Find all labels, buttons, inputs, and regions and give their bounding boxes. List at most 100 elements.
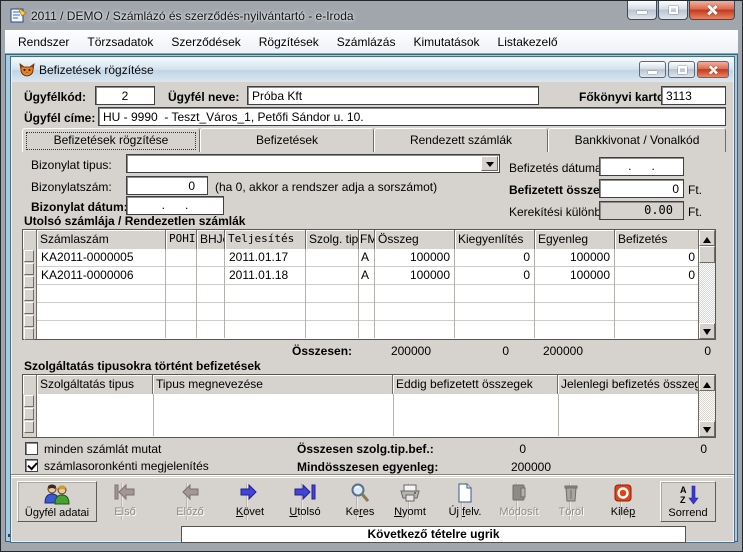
tab-bankkivonat-vonalkod[interactable]: Bankkivonat / Vonalkód bbox=[548, 128, 726, 152]
sorrend-button[interactable]: A Z Sorrend bbox=[660, 481, 716, 522]
row-selector[interactable] bbox=[24, 302, 34, 314]
row-selector[interactable] bbox=[24, 421, 34, 433]
titlebar[interactable]: 2011 / DEMO / Számlázó és szerződés-nyil… bbox=[1, 1, 742, 30]
cell-empty bbox=[375, 285, 455, 303]
minimize-button[interactable] bbox=[627, 1, 657, 20]
mindosszesen-value: 200000 bbox=[451, 460, 551, 474]
cell-empty bbox=[166, 285, 197, 303]
ugyfel-cime-label: Ügyfél címe: bbox=[24, 111, 95, 125]
svg-text:A: A bbox=[680, 485, 687, 495]
row-selector[interactable] bbox=[24, 250, 34, 262]
dropdown-button[interactable] bbox=[481, 156, 498, 171]
col-eddig-befizetett: Eddig befizetett összegek bbox=[393, 375, 558, 394]
scroll-down-button[interactable] bbox=[699, 323, 715, 339]
row-selector[interactable] bbox=[24, 289, 34, 301]
button-label: Első bbox=[114, 506, 135, 518]
ugyfel-adatai-button[interactable]: Ügyfél adatai bbox=[17, 481, 97, 522]
scroll-down-button[interactable] bbox=[699, 421, 715, 437]
menu-rendszer[interactable]: Rendszer bbox=[9, 32, 78, 52]
separator bbox=[11, 474, 734, 476]
cell-empty bbox=[455, 285, 535, 303]
befizetes-datuma-input[interactable]: . . bbox=[599, 157, 684, 176]
close-button[interactable] bbox=[689, 1, 735, 20]
row-selector[interactable] bbox=[24, 276, 34, 288]
new-page-icon bbox=[436, 482, 494, 506]
bizonylatszam-label: Bizonylatszám: bbox=[31, 180, 112, 194]
invoices-scrollbar[interactable] bbox=[698, 230, 715, 339]
nyomt-button[interactable]: Nyomt bbox=[382, 481, 438, 522]
maximize-button[interactable] bbox=[658, 1, 688, 20]
cell-empty bbox=[455, 303, 535, 321]
scroll-thumb[interactable] bbox=[699, 246, 715, 263]
befizetett-osszeg-label: Befizetett összeg: bbox=[509, 183, 611, 197]
szamlasoronkent-checkbox[interactable] bbox=[25, 459, 38, 472]
row-selector[interactable] bbox=[24, 408, 34, 420]
utolso-button[interactable]: Utolsó bbox=[276, 481, 334, 522]
ugyfelkod-input[interactable] bbox=[95, 86, 155, 105]
tab-befizetesek-rogzitese[interactable]: Befizetések rögzítése bbox=[22, 128, 200, 152]
scroll-up-button[interactable] bbox=[699, 230, 715, 246]
cell-kiegyenlites: 0 bbox=[455, 249, 535, 267]
col-bhje: BHJe bbox=[197, 230, 225, 249]
cell-empty bbox=[306, 303, 359, 321]
elozo-button: Előző bbox=[161, 481, 219, 522]
dialog-maximize-button[interactable] bbox=[668, 61, 695, 78]
keres-button[interactable]: Keres bbox=[331, 481, 389, 522]
uj-felvetel-button[interactable]: Új felv. bbox=[436, 481, 494, 522]
button-label: Kilé bbox=[611, 506, 629, 518]
row-selector[interactable] bbox=[24, 328, 34, 340]
menu-torzsadatok[interactable]: Törzsadatok bbox=[78, 32, 162, 52]
ugyfel-cime-input[interactable] bbox=[98, 107, 726, 126]
menu-listakezelo[interactable]: Listakezelő bbox=[489, 32, 567, 52]
cell-osszeg: 100000 bbox=[375, 249, 455, 267]
cell-teljesites: 2011.01.18 bbox=[225, 267, 306, 285]
col-jelenlegi-befizetes: Jelenlegi befizetés összege bbox=[558, 375, 699, 394]
menu-szerzodesek[interactable]: Szerződések bbox=[162, 32, 249, 52]
row-selector[interactable] bbox=[24, 395, 34, 407]
dialog-minimize-button[interactable] bbox=[639, 61, 666, 78]
bizonylatszam-input[interactable] bbox=[126, 176, 208, 195]
table-row[interactable]: KA2011-0000006 2011.01.18 A 100000 0 100… bbox=[37, 267, 699, 285]
total-kiegyenlites: 0 bbox=[439, 344, 509, 358]
menu-rogzitesek[interactable]: Rögzítések bbox=[250, 32, 328, 52]
fokonyvi-karton-input[interactable] bbox=[661, 86, 726, 105]
menu-szamlazas[interactable]: Számlázás bbox=[328, 32, 405, 52]
kilep-button[interactable]: Kilép bbox=[594, 481, 652, 522]
users-icon bbox=[18, 483, 96, 507]
dialog-titlebar[interactable]: Befizetések rögzítése bbox=[12, 58, 733, 82]
app-icon bbox=[10, 7, 27, 24]
befizetett-osszeg-input[interactable] bbox=[599, 179, 684, 198]
button-label: Sorrend bbox=[668, 507, 707, 519]
col-egyenleg: Egyenleg bbox=[535, 230, 615, 249]
row-selector[interactable] bbox=[24, 315, 34, 327]
services-table: Szolgáltatás tipus Tipus megnevezése Edd… bbox=[22, 374, 716, 438]
mindosszesen-label: Mindösszesen egyenleg: bbox=[297, 460, 438, 474]
table-row-empty bbox=[37, 285, 699, 303]
col-kiegyenlites: Kiegyenlítés bbox=[455, 230, 535, 249]
scroll-up-button[interactable] bbox=[699, 375, 715, 391]
services-scrollbar[interactable] bbox=[698, 375, 715, 437]
col-fm: FM bbox=[359, 230, 375, 249]
ugyfel-neve-input[interactable] bbox=[247, 86, 539, 105]
header-gutter bbox=[23, 230, 37, 249]
menu-kimutatasok[interactable]: Kimutatások bbox=[404, 32, 488, 52]
cell-empty bbox=[166, 303, 197, 321]
button-label: Töröl bbox=[558, 506, 583, 518]
dialog-close-button[interactable] bbox=[697, 61, 729, 78]
bizonylat-tipus-select[interactable] bbox=[126, 154, 500, 173]
cell-empty bbox=[359, 303, 375, 321]
tab-befizetesek[interactable]: Befizetések bbox=[200, 128, 374, 152]
bizonylat-datum-input[interactable]: . . bbox=[126, 196, 224, 215]
button-label: yomt bbox=[402, 506, 426, 518]
cell-empty bbox=[225, 303, 306, 321]
tab-label: Befizetések rögzítése bbox=[54, 133, 169, 147]
row-selector[interactable] bbox=[24, 263, 34, 275]
cell-empty bbox=[225, 321, 306, 338]
cell-empty bbox=[615, 303, 699, 321]
kerekitesi-value: 0.00 bbox=[599, 201, 684, 220]
kovet-button[interactable]: Követ bbox=[221, 481, 279, 522]
table-row[interactable]: KA2011-0000005 2011.01.17 A 100000 0 100… bbox=[37, 249, 699, 267]
tab-rendezett-szamlak[interactable]: Rendezett számlák bbox=[374, 128, 548, 152]
search-icon bbox=[331, 482, 389, 506]
minden-szamlat-checkbox[interactable] bbox=[25, 442, 38, 455]
